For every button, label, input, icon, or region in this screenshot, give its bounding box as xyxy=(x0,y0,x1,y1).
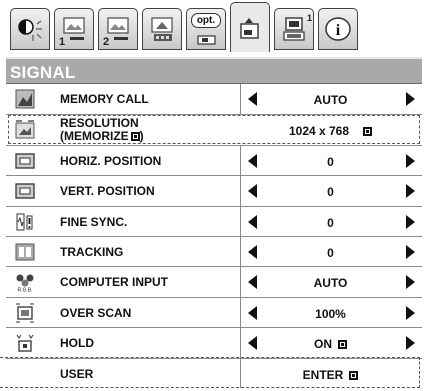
memorize-icon xyxy=(363,127,373,137)
signal-menu-panel: SIGNAL MEMORY CALL AUTO RESOLUTION (MEMO… xyxy=(0,52,422,391)
tab-signal[interactable] xyxy=(230,2,270,54)
signal-icon xyxy=(240,17,259,39)
tab-index-label: 1 xyxy=(59,36,66,48)
row-value: 0 xyxy=(327,215,334,230)
row-value: ENTER xyxy=(258,368,403,382)
column-divider xyxy=(240,358,241,388)
increase-arrow-icon[interactable] xyxy=(406,214,415,229)
row-label: HORIZ. POSITION xyxy=(60,153,162,168)
menu-tab-bar: 1 2 opt. 1 i xyxy=(6,2,422,54)
enter-icon xyxy=(349,370,359,380)
tab-option[interactable]: opt. xyxy=(186,8,226,50)
memorize-icon xyxy=(130,132,140,142)
picture-adjust-icon xyxy=(18,19,42,41)
page-title: SIGNAL xyxy=(10,63,76,82)
decrease-arrow-icon[interactable] xyxy=(248,153,257,168)
row-horiz-position[interactable]: HORIZ. POSITION 0 xyxy=(6,144,422,176)
menu-title-bar: SIGNAL xyxy=(6,57,422,84)
row-value: 0 xyxy=(327,185,334,200)
row-label: COMPUTER INPUT xyxy=(60,275,168,290)
label-line-2-end: ) xyxy=(139,129,144,144)
row-label: TRACKING xyxy=(60,245,124,259)
row-label: VERT. POSITION xyxy=(60,184,155,199)
computer-input-icon: R.G.B. xyxy=(16,274,34,293)
enter-icon xyxy=(338,340,347,350)
resolution-icon xyxy=(15,120,35,139)
row-label: FINE SYNC. xyxy=(60,214,128,229)
increase-arrow-icon[interactable] xyxy=(406,305,415,320)
increase-arrow-icon[interactable] xyxy=(406,153,415,168)
row-label: MEMORY CALL xyxy=(60,92,149,106)
increase-arrow-icon[interactable] xyxy=(406,336,415,351)
row-label: USER xyxy=(60,366,94,381)
decrease-arrow-icon[interactable] xyxy=(248,92,257,106)
label-line-2: (MEMORIZE xyxy=(60,129,129,144)
horiz-position-icon xyxy=(15,153,35,169)
decrease-arrow-icon[interactable] xyxy=(248,275,257,290)
decrease-arrow-icon[interactable] xyxy=(248,214,257,229)
installation-icon xyxy=(151,17,173,41)
row-tracking[interactable]: TRACKING 0 xyxy=(6,236,422,267)
row-resolution[interactable]: RESOLUTION (MEMORIZE) 1024 x 768 xyxy=(6,114,422,144)
resolution-value: 1024 x 768 xyxy=(288,124,350,139)
tab-image-memory-2[interactable]: 2 xyxy=(98,8,138,50)
row-value: 0 xyxy=(327,154,334,169)
info-icon: i xyxy=(325,17,351,41)
tab-info[interactable]: i xyxy=(318,8,358,50)
user-enter-value: ENTER xyxy=(302,367,344,382)
fine-sync-icon xyxy=(16,213,33,231)
label-line-1: RESOLUTION xyxy=(60,116,139,131)
over-scan-icon xyxy=(16,303,34,323)
row-hold[interactable]: HOLD ON xyxy=(6,327,422,358)
column-divider xyxy=(240,267,241,297)
column-divider xyxy=(240,176,241,206)
source-select-icon xyxy=(283,17,305,41)
decrease-arrow-icon[interactable] xyxy=(248,184,257,199)
row-label: HOLD xyxy=(60,336,94,351)
row-value: 1024 x 768 xyxy=(258,124,403,138)
tab-source-select[interactable]: 1 xyxy=(274,8,314,50)
row-fine-sync[interactable]: FINE SYNC. 0 xyxy=(6,205,422,236)
row-label: RESOLUTION (MEMORIZE) xyxy=(60,117,144,143)
decrease-arrow-icon[interactable] xyxy=(248,245,257,259)
vert-position-icon xyxy=(15,183,35,199)
hold-value: ON xyxy=(314,337,332,352)
row-value: 0 xyxy=(327,246,334,260)
row-value: 100% xyxy=(315,306,346,321)
row-value: ON xyxy=(258,337,403,351)
column-divider xyxy=(240,297,241,328)
column-divider xyxy=(240,237,241,267)
row-vert-position[interactable]: VERT. POSITION 0 xyxy=(6,175,422,206)
increase-arrow-icon[interactable] xyxy=(406,184,415,199)
opt-badge: opt. xyxy=(191,13,221,28)
row-over-scan[interactable]: OVER SCAN 100% xyxy=(6,296,422,328)
svg-text:R.G.B.: R.G.B. xyxy=(17,288,32,293)
row-label: OVER SCAN xyxy=(60,305,132,320)
decrease-arrow-icon[interactable] xyxy=(248,305,257,320)
row-user[interactable]: USER ENTER xyxy=(6,357,422,388)
row-memory-call[interactable]: MEMORY CALL AUTO xyxy=(6,84,422,115)
column-divider xyxy=(240,328,241,358)
increase-arrow-icon[interactable] xyxy=(406,92,415,106)
tab-index-label: 1 xyxy=(307,13,313,23)
row-value: AUTO xyxy=(313,93,348,107)
column-divider xyxy=(240,84,241,115)
column-divider xyxy=(240,145,241,176)
column-divider xyxy=(240,206,241,236)
row-value: AUTO xyxy=(313,276,348,291)
tab-image-memory-1[interactable]: 1 xyxy=(54,8,94,50)
hold-icon xyxy=(16,334,34,352)
increase-arrow-icon[interactable] xyxy=(406,275,415,290)
increase-arrow-icon[interactable] xyxy=(406,245,415,259)
row-computer-input[interactable]: R.G.B. COMPUTER INPUT AUTO xyxy=(6,266,422,297)
tab-index-label: 2 xyxy=(103,36,110,48)
tab-picture-adjust[interactable] xyxy=(10,8,50,50)
memory-call-icon xyxy=(15,89,35,109)
tab-installation[interactable] xyxy=(142,8,182,50)
tracking-icon xyxy=(15,243,35,261)
svg-text:i: i xyxy=(336,22,341,39)
decrease-arrow-icon[interactable] xyxy=(248,336,257,351)
